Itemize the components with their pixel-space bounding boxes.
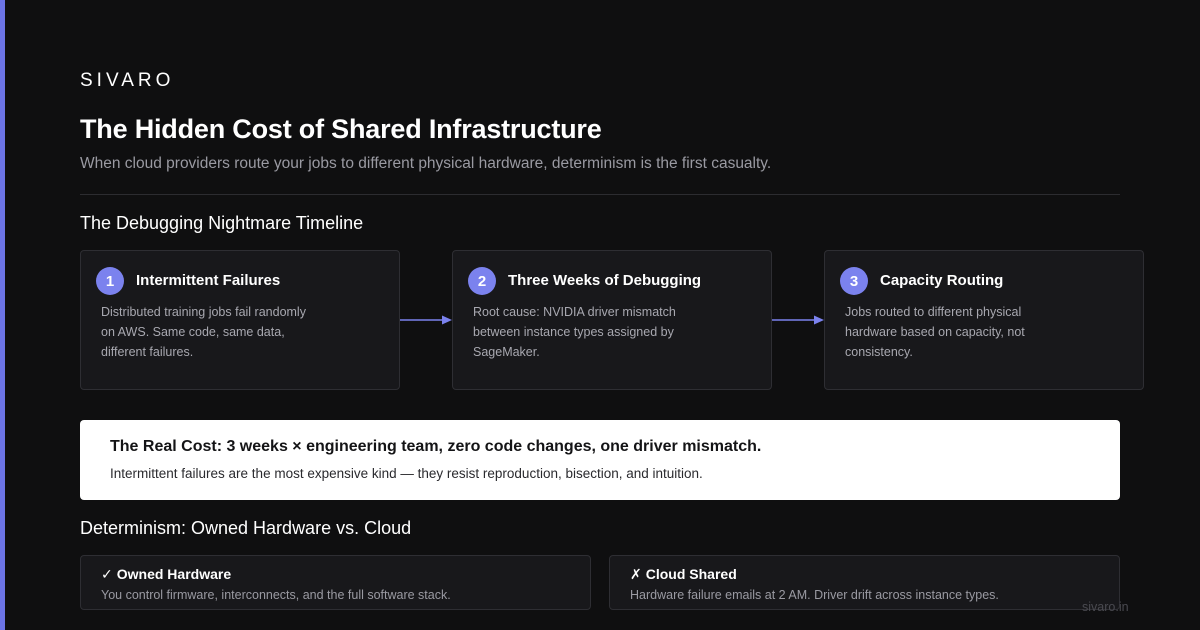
page-subtitle: When cloud providers route your jobs to … (80, 155, 772, 172)
step-number-badge: 2 (468, 267, 496, 295)
check-icon: ✓ (101, 566, 113, 582)
owned-hardware-heading: ✓ Owned Hardware (101, 566, 231, 583)
owned-hardware-description: You control firmware, interconnects, and… (101, 588, 451, 602)
timeline-step-1: 1 Intermittent Failures Distributed trai… (80, 250, 400, 390)
brand-logo: SIVARO (80, 70, 175, 91)
step-title: Capacity Routing (880, 272, 1004, 289)
timeline-step-3: 3 Capacity Routing Jobs routed to differ… (824, 250, 1144, 390)
callout-heading: The Real Cost: 3 weeks × engineering tea… (110, 438, 762, 455)
divider (80, 194, 1120, 195)
step-description: Distributed training jobs fail randomly … (101, 305, 306, 359)
page-title: The Hidden Cost of Shared Infrastructure (80, 114, 602, 144)
step-description: Root cause: NVIDIA driver mismatch betwe… (473, 305, 676, 359)
cloud-shared-description: Hardware failure emails at 2 AM. Driver … (630, 588, 999, 602)
footer-url: sivaro.in (1082, 600, 1129, 614)
accent-bar (0, 0, 5, 630)
arrow-right-icon (400, 315, 452, 325)
owned-hardware-title: Owned Hardware (116, 566, 232, 582)
owned-hardware-card: ✓ Owned Hardware You control firmware, in… (80, 555, 591, 610)
real-cost-callout: The Real Cost: 3 weeks × engineering tea… (80, 420, 1120, 500)
step-title: Intermittent Failures (136, 272, 281, 289)
timeline-step-2: 2 Three Weeks of Debugging Root cause: N… (452, 250, 772, 390)
comparison-title: Determinism: Owned Hardware vs. Cloud (80, 518, 412, 538)
cross-icon: ✗ (630, 566, 642, 582)
callout-body: Intermittent failures are the most expen… (110, 466, 703, 481)
cloud-shared-heading: ✗ Cloud Shared (630, 566, 737, 583)
arrow-right-icon (772, 315, 824, 325)
cloud-shared-card: ✗ Cloud Shared Hardware failure emails at… (609, 555, 1120, 610)
step-title: Three Weeks of Debugging (508, 272, 702, 289)
slide: SIVARO The Hidden Cost of Shared Infrast… (0, 0, 1200, 630)
step-description: Jobs routed to different physical hardwa… (845, 305, 1025, 359)
step-number-badge: 3 (840, 267, 868, 295)
cloud-shared-title: Cloud Shared (645, 566, 737, 582)
timeline-title: The Debugging Nightmare Timeline (80, 213, 364, 233)
step-number-badge: 1 (96, 267, 124, 295)
